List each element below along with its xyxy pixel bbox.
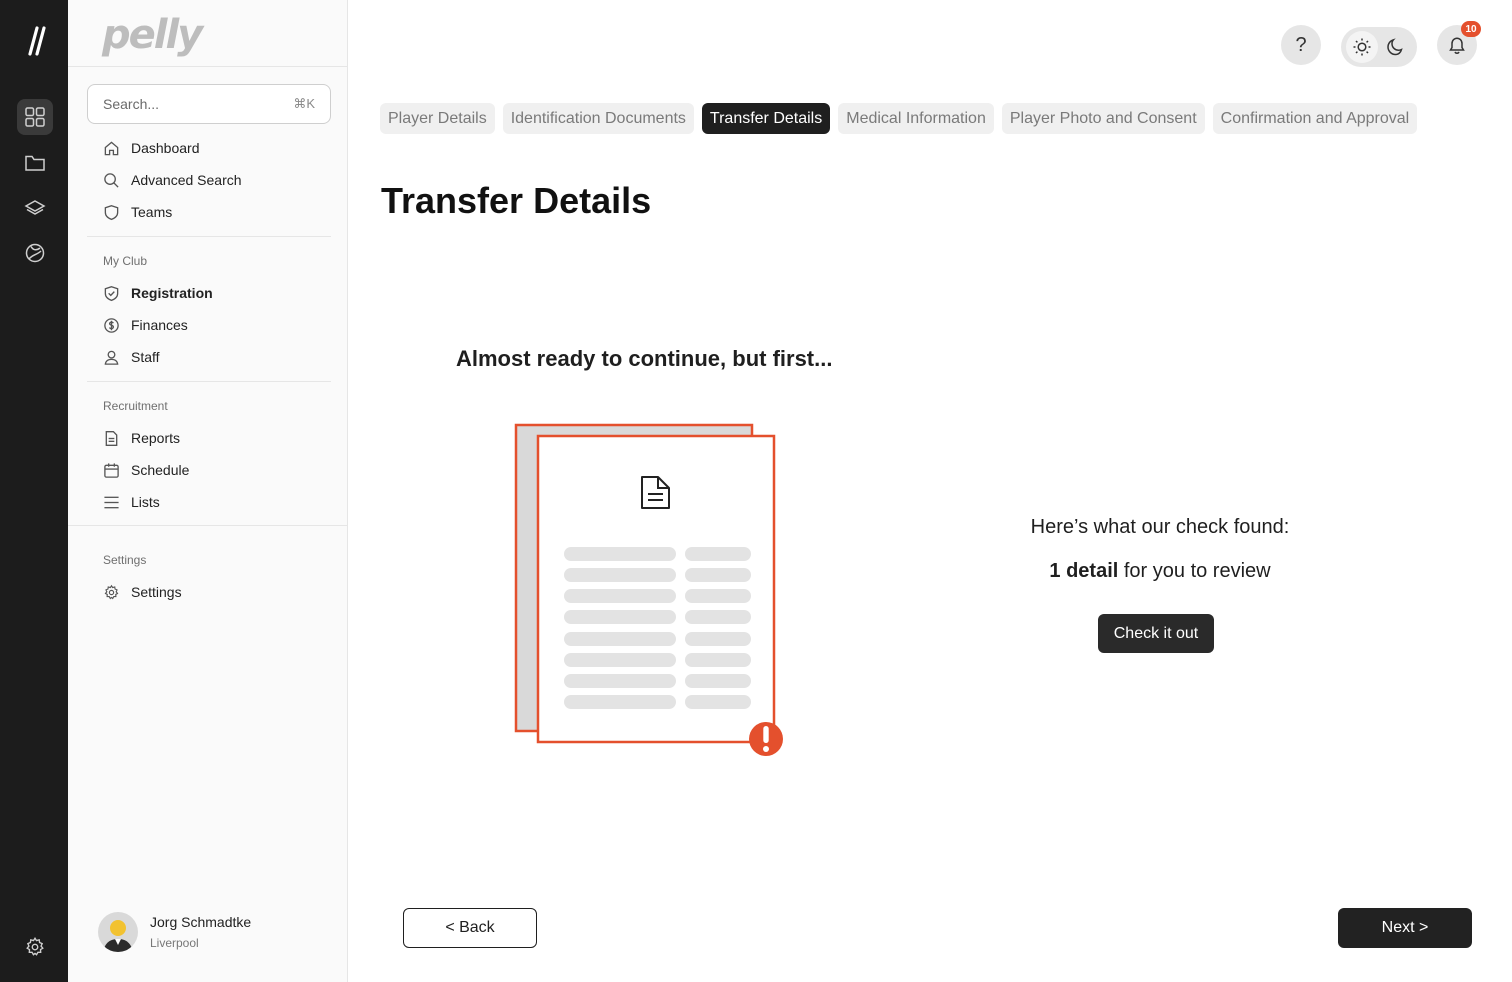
nav-label: Schedule bbox=[131, 462, 190, 478]
nav-label: Staff bbox=[131, 349, 160, 365]
divider bbox=[68, 66, 347, 67]
moon-icon[interactable] bbox=[1380, 31, 1412, 63]
icon-rail bbox=[0, 0, 68, 982]
nav-label: Teams bbox=[131, 204, 173, 220]
help-button[interactable]: ? bbox=[1281, 25, 1321, 65]
tab-transfer-details[interactable]: Transfer Details bbox=[701, 103, 831, 134]
user-name: Jorg Schmadtke bbox=[150, 914, 252, 930]
nav-label: Settings bbox=[131, 584, 182, 600]
grid-icon[interactable] bbox=[17, 99, 53, 135]
nav-label: Lists bbox=[131, 494, 160, 510]
shield-check-icon bbox=[102, 284, 120, 302]
review-suffix: for you to review bbox=[1118, 560, 1271, 582]
document-icon bbox=[102, 429, 120, 447]
nav-label: Registration bbox=[131, 285, 213, 301]
sun-icon[interactable] bbox=[1346, 31, 1378, 63]
divider bbox=[87, 381, 331, 382]
search-icon bbox=[102, 171, 120, 189]
brand-name: pelly bbox=[102, 12, 203, 58]
user-icon bbox=[102, 348, 120, 366]
search-shortcut: ⌘K bbox=[293, 96, 315, 111]
check-found-text: Here’s what our check found: bbox=[1030, 516, 1290, 538]
warning-icon bbox=[749, 722, 783, 756]
user-club: Liverpool bbox=[150, 936, 199, 950]
user-profile[interactable]: Jorg Schmadtke Liverpool bbox=[98, 912, 251, 952]
nav-lists[interactable]: Lists bbox=[102, 490, 160, 514]
next-button[interactable]: Next > bbox=[1338, 908, 1472, 948]
app-logo-icon[interactable] bbox=[20, 22, 50, 58]
nav-settings[interactable]: Settings bbox=[102, 580, 182, 604]
nav-advanced-search[interactable]: Advanced Search bbox=[102, 168, 242, 192]
divider bbox=[68, 525, 347, 526]
help-label: ? bbox=[1295, 33, 1307, 56]
status-heading: Almost ready to continue, but first... bbox=[456, 346, 833, 371]
gear-icon bbox=[102, 583, 120, 601]
nav-label: Finances bbox=[131, 317, 188, 333]
divider bbox=[87, 236, 331, 237]
nav-schedule[interactable]: Schedule bbox=[102, 458, 189, 482]
search-input[interactable]: Search... ⌘K bbox=[87, 84, 331, 124]
brand-logo[interactable]: pelly bbox=[102, 10, 203, 60]
sidebar: pelly Search... ⌘K Dashboard Advanced Se… bbox=[68, 0, 348, 982]
list-icon bbox=[102, 493, 120, 511]
search-placeholder: Search... bbox=[103, 96, 160, 112]
review-summary: 1 detail for you to review bbox=[1010, 560, 1310, 583]
check-it-out-button[interactable]: Check it out bbox=[1098, 614, 1214, 653]
bell-icon bbox=[1449, 37, 1465, 54]
nav-label: Advanced Search bbox=[131, 172, 242, 188]
avatar bbox=[98, 912, 138, 952]
globe-icon[interactable] bbox=[17, 235, 53, 271]
section-label-recruitment: Recruitment bbox=[103, 399, 168, 413]
tab-player-details[interactable]: Player Details bbox=[380, 103, 495, 134]
home-icon bbox=[102, 139, 120, 157]
document-warning-illustration bbox=[512, 420, 792, 765]
section-label-settings: Settings bbox=[103, 553, 147, 567]
nav-reports[interactable]: Reports bbox=[102, 426, 180, 450]
folder-icon[interactable] bbox=[17, 145, 53, 181]
tab-medical-information[interactable]: Medical Information bbox=[838, 103, 994, 134]
section-label-my-club: My Club bbox=[103, 254, 148, 268]
nav-dashboard[interactable]: Dashboard bbox=[102, 136, 200, 160]
dollar-icon bbox=[102, 316, 120, 334]
review-count: 1 detail bbox=[1049, 560, 1119, 582]
settings-gear-icon[interactable] bbox=[17, 929, 53, 965]
tab-confirmation-and-approval[interactable]: Confirmation and Approval bbox=[1212, 103, 1418, 134]
nav-registration[interactable]: Registration bbox=[102, 281, 213, 305]
nav-label: Dashboard bbox=[131, 140, 200, 156]
tab-identification-documents[interactable]: Identification Documents bbox=[502, 103, 694, 134]
nav-label: Reports bbox=[131, 430, 181, 446]
nav-staff[interactable]: Staff bbox=[102, 345, 160, 369]
theme-toggle[interactable] bbox=[1341, 27, 1417, 67]
notification-badge: 10 bbox=[1461, 21, 1481, 37]
back-button[interactable]: < Back bbox=[403, 908, 537, 948]
tab-player-photo-and-consent[interactable]: Player Photo and Consent bbox=[1001, 103, 1205, 134]
step-tabs: Player Details Identification Documents … bbox=[380, 103, 1418, 134]
nav-finances[interactable]: Finances bbox=[102, 313, 188, 337]
page-title: Transfer Details bbox=[381, 180, 652, 221]
shield-icon bbox=[102, 203, 120, 221]
layers-icon[interactable] bbox=[17, 190, 53, 226]
calendar-icon bbox=[102, 461, 120, 479]
nav-teams[interactable]: Teams bbox=[102, 200, 172, 224]
